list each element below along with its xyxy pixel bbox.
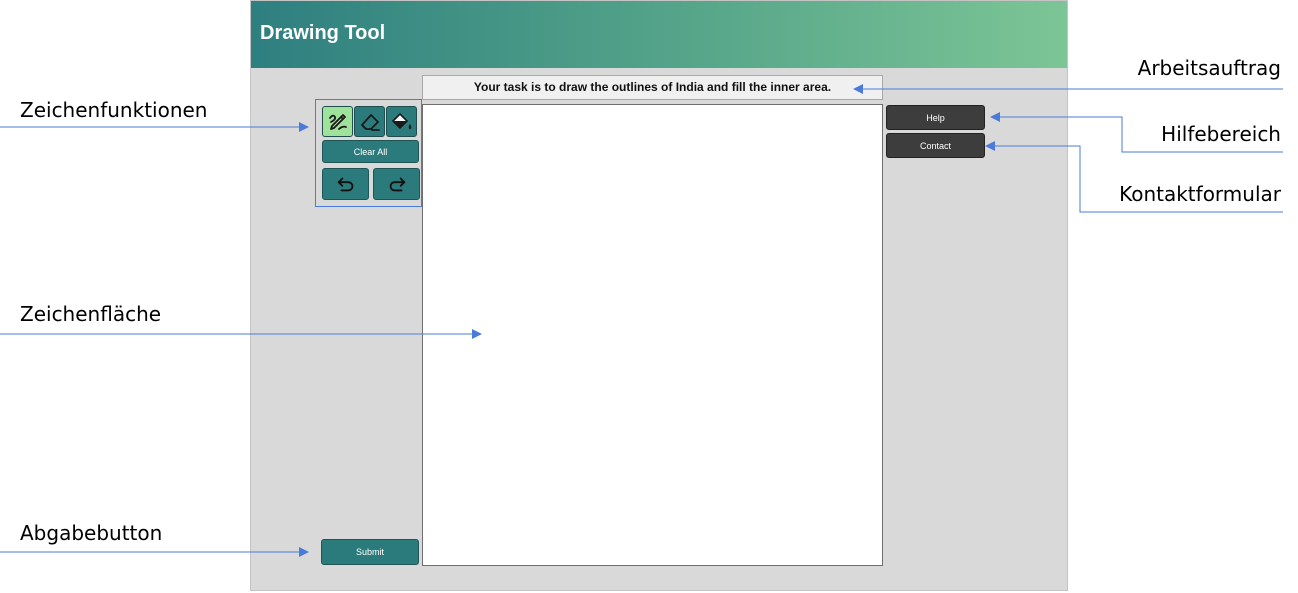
undo-button[interactable] [322, 168, 369, 200]
callout-task: Arbeitsauftrag [1137, 56, 1281, 80]
eraser-icon [360, 113, 380, 131]
callout-drawing-area: Zeichenfläche [20, 302, 162, 326]
contact-button[interactable]: Contact [886, 133, 985, 158]
app-title: Drawing Tool [260, 22, 386, 44]
redo-icon [389, 177, 405, 192]
callout-submit-button: Abgabebutton [20, 521, 163, 545]
help-button[interactable]: Help [886, 105, 985, 130]
app-header: Drawing Tool [251, 1, 1067, 68]
task-instruction: Your task is to draw the outlines of Ind… [422, 75, 883, 100]
callout-drawing-functions: Zeichenfunktionen [20, 98, 208, 122]
paint-bucket-icon [391, 112, 411, 129]
submit-button[interactable]: Submit [321, 539, 419, 565]
eraser-tool-button[interactable] [354, 106, 385, 137]
drawing-functions-panel: Clear All [315, 99, 422, 207]
undo-icon [337, 177, 353, 192]
callout-contact-form: Kontaktformular [1119, 182, 1281, 206]
fill-tool-button[interactable] [386, 106, 417, 137]
pencil-icon [328, 113, 347, 130]
drawing-tool-app: Drawing Tool Your task is to draw the ou… [250, 0, 1068, 591]
drawing-canvas[interactable] [422, 104, 883, 566]
pencil-tool-button[interactable] [322, 106, 353, 137]
clear-all-button[interactable]: Clear All [322, 140, 419, 163]
callout-help-area: Hilfebereich [1161, 122, 1281, 146]
redo-button[interactable] [373, 168, 420, 200]
